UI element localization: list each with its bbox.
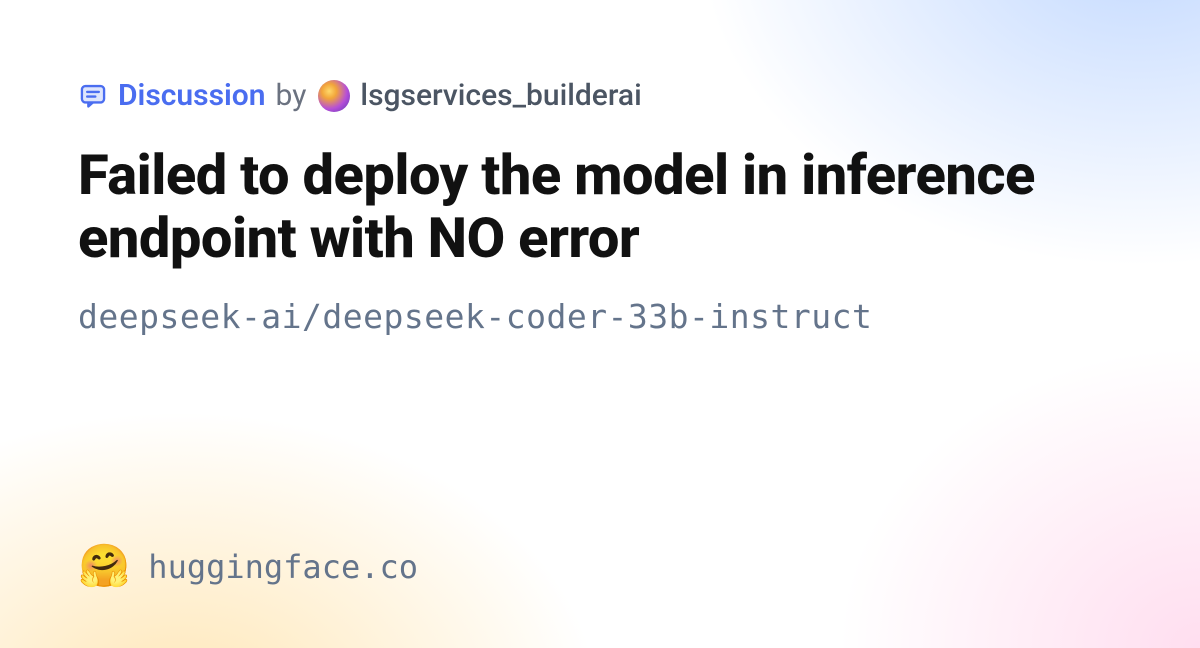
meta-row: Discussion by lsgservices_builderai (78, 80, 1122, 112)
hugging-face-icon: 🤗 (78, 546, 130, 588)
discussion-label: Discussion (118, 81, 266, 111)
discussion-icon (78, 81, 108, 111)
by-label: by (276, 81, 307, 111)
author-username: lsgservices_builderai (360, 81, 641, 111)
repo-path: deepseek-ai/deepseek-coder-33b-instruct (78, 297, 1122, 336)
footer: 🤗 huggingface.co (78, 546, 1122, 588)
avatar (318, 80, 350, 112)
site-domain: huggingface.co (148, 548, 418, 586)
card-container: Discussion by lsgservices_builderai Fail… (0, 0, 1200, 648)
discussion-title: Failed to deploy the model in inference … (78, 144, 1118, 269)
